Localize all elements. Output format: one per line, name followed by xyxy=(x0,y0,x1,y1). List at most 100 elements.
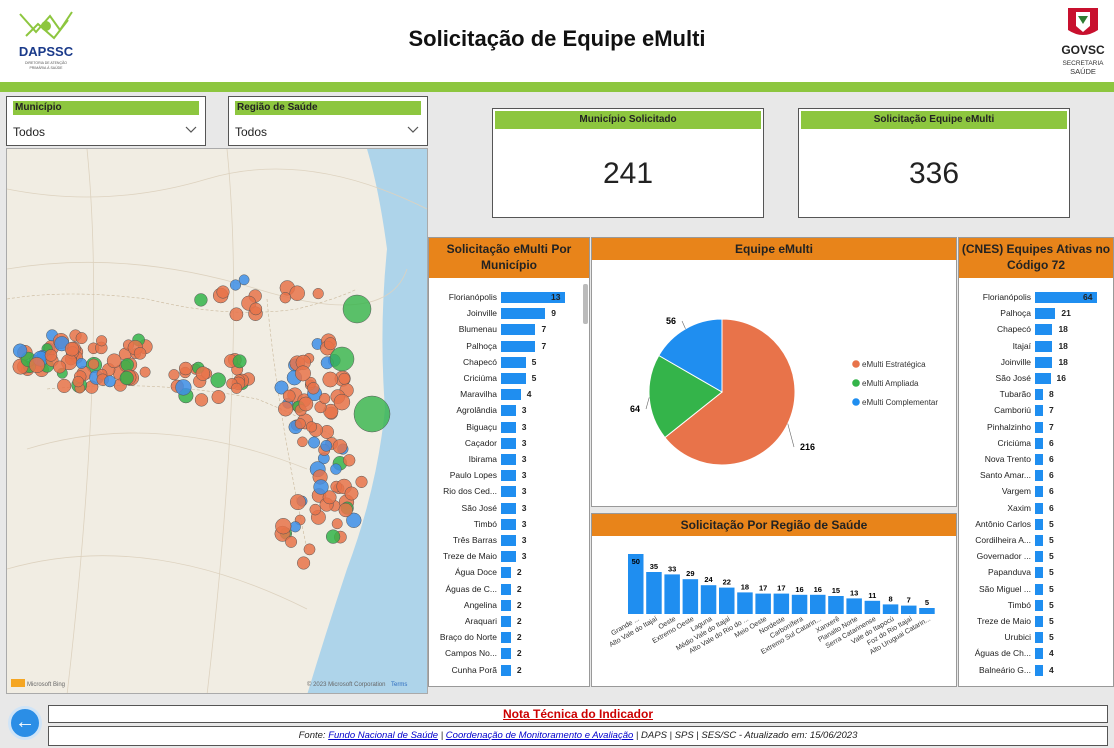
bar-row[interactable]: Rio dos Ced... 3 xyxy=(429,485,589,499)
bar-row[interactable]: Timbó 3 xyxy=(429,518,589,532)
map-bubble[interactable] xyxy=(28,357,45,374)
bar[interactable] xyxy=(700,585,717,614)
bar-row[interactable]: Balneário G... 4 xyxy=(959,664,1113,678)
map-bubble[interactable] xyxy=(305,421,318,433)
bar[interactable] xyxy=(501,583,511,595)
bar-row[interactable]: Chapecó 5 xyxy=(429,356,589,370)
bar[interactable] xyxy=(882,604,899,614)
map-bubble[interactable] xyxy=(308,436,320,449)
regiao-bar-chart[interactable]: Solicitação Por Região de Saúde 50 Grande… xyxy=(591,513,957,687)
map-bubble[interactable] xyxy=(297,556,311,570)
bar[interactable] xyxy=(501,518,516,530)
bar[interactable] xyxy=(1035,567,1043,579)
map-bubble[interactable] xyxy=(313,479,329,495)
bar-row[interactable]: Nova Trento 6 xyxy=(959,453,1113,467)
bar[interactable] xyxy=(501,373,526,384)
chevron-down-icon[interactable] xyxy=(407,123,419,137)
bar-row[interactable]: Águas de C... 2 xyxy=(429,583,589,597)
bar[interactable] xyxy=(1035,308,1056,320)
cnes-bar-chart[interactable]: (CNES) Equipes Ativas no Código 72 Flori… xyxy=(958,237,1114,687)
map-bubble[interactable] xyxy=(298,396,314,412)
bar-row[interactable]: Timbó 5 xyxy=(959,599,1113,613)
map-bubble[interactable] xyxy=(211,390,226,404)
bar-row[interactable]: Joinville 9 xyxy=(429,307,589,321)
bar[interactable] xyxy=(1035,373,1051,384)
map-bubble[interactable] xyxy=(295,365,311,382)
bar-row[interactable]: Palhoça 7 xyxy=(429,340,589,354)
bar-row[interactable]: Palhoça 21 xyxy=(959,307,1113,321)
bar[interactable] xyxy=(1035,389,1043,401)
bar[interactable] xyxy=(1035,616,1043,627)
map-bubble[interactable] xyxy=(96,335,108,347)
legend-label[interactable]: eMulti Estratégica xyxy=(862,360,926,369)
map-bubble[interactable] xyxy=(75,357,87,369)
map-bubble[interactable] xyxy=(139,366,151,378)
bar-row[interactable]: Biguaçu 3 xyxy=(429,421,589,435)
bar[interactable] xyxy=(1035,356,1053,368)
bar-row[interactable]: Criciúma 6 xyxy=(959,437,1113,451)
bar[interactable] xyxy=(501,648,511,660)
bar[interactable] xyxy=(646,572,662,614)
map-bubble[interactable] xyxy=(178,361,193,376)
regiao-filter[interactable]: Região de Saúde Todos xyxy=(228,96,428,146)
bar-row[interactable]: Treze de Maio 3 xyxy=(429,550,589,564)
map-bubble[interactable] xyxy=(289,285,305,301)
bar-row[interactable]: Itajaí 18 xyxy=(959,340,1113,354)
bar[interactable] xyxy=(501,356,526,368)
bar[interactable] xyxy=(828,596,844,614)
bar-row[interactable]: São Miguel ... 5 xyxy=(959,583,1113,597)
map-bubble[interactable] xyxy=(119,370,134,386)
bar-row[interactable]: Braço do Norte 2 xyxy=(429,631,589,645)
map-bubble[interactable] xyxy=(229,307,244,322)
map-bubble[interactable] xyxy=(307,382,320,395)
map-bubble[interactable] xyxy=(231,382,243,394)
bar-row[interactable]: Águas de Ch... 4 xyxy=(959,647,1113,661)
municipio-filter-value[interactable]: Todos xyxy=(13,125,45,139)
map-bubble[interactable] xyxy=(275,518,292,535)
bar-row[interactable]: Governador ... 5 xyxy=(959,550,1113,564)
bar[interactable] xyxy=(501,324,536,336)
map-bubble[interactable] xyxy=(120,358,134,372)
bar-row[interactable]: Treze de Maio 5 xyxy=(959,615,1113,629)
bar[interactable] xyxy=(1035,518,1043,530)
bar[interactable] xyxy=(864,600,881,614)
arrow-left-icon[interactable]: ← xyxy=(8,706,42,740)
municipio-bar-chart[interactable]: Solicitação eMulti Por Município Florian… xyxy=(428,237,590,687)
bar[interactable] xyxy=(501,340,536,352)
map-bubble[interactable] xyxy=(297,436,308,448)
map-bubble[interactable] xyxy=(238,274,250,286)
map-bubble[interactable] xyxy=(338,372,351,385)
bar-row[interactable]: São José 3 xyxy=(429,502,589,516)
map-bubble[interactable] xyxy=(309,503,322,516)
bar-row[interactable]: Santo Amar... 6 xyxy=(959,469,1113,483)
bar[interactable] xyxy=(501,664,511,676)
bar[interactable] xyxy=(1035,421,1043,433)
map-bubble[interactable] xyxy=(232,354,247,369)
bar[interactable] xyxy=(1035,454,1043,465)
pie-canvas[interactable]: 216 64 56 eMulti Estratégica eMulti Ampliada… xyxy=(592,260,957,507)
bar-row[interactable]: Xaxim 6 xyxy=(959,502,1113,516)
map-bubble[interactable] xyxy=(331,518,343,530)
map-bubble[interactable] xyxy=(53,360,67,374)
regiao-canvas[interactable]: 50Grande ...35Alto Vale do Itajaí33Oeste… xyxy=(592,536,957,687)
map-bubble[interactable] xyxy=(216,285,230,299)
map-bubble[interactable] xyxy=(278,401,294,417)
map-bubble[interactable] xyxy=(282,389,296,403)
bar-row[interactable]: Vargem 6 xyxy=(959,485,1113,499)
map-bubble[interactable] xyxy=(75,332,88,345)
map-bubble[interactable] xyxy=(175,379,192,396)
bar-row[interactable]: Três Barras 3 xyxy=(429,534,589,548)
map-bubble[interactable] xyxy=(279,292,291,304)
bar[interactable] xyxy=(501,486,516,498)
bar-row[interactable]: Maravilha 4 xyxy=(429,388,589,402)
map-bubble[interactable] xyxy=(194,393,209,407)
bar[interactable] xyxy=(773,593,790,614)
map-bubble[interactable] xyxy=(289,521,301,533)
nota-tecnica-link[interactable]: Nota Técnica do Indicador xyxy=(48,705,1108,723)
bar[interactable] xyxy=(1035,583,1043,595)
bar-row[interactable]: Joinville 18 xyxy=(959,356,1113,370)
map-bubble[interactable] xyxy=(353,395,391,433)
bar-row[interactable]: Florianópolis 13 xyxy=(429,291,589,305)
bar-row[interactable]: Caçador 3 xyxy=(429,437,589,451)
bar[interactable] xyxy=(501,389,521,401)
